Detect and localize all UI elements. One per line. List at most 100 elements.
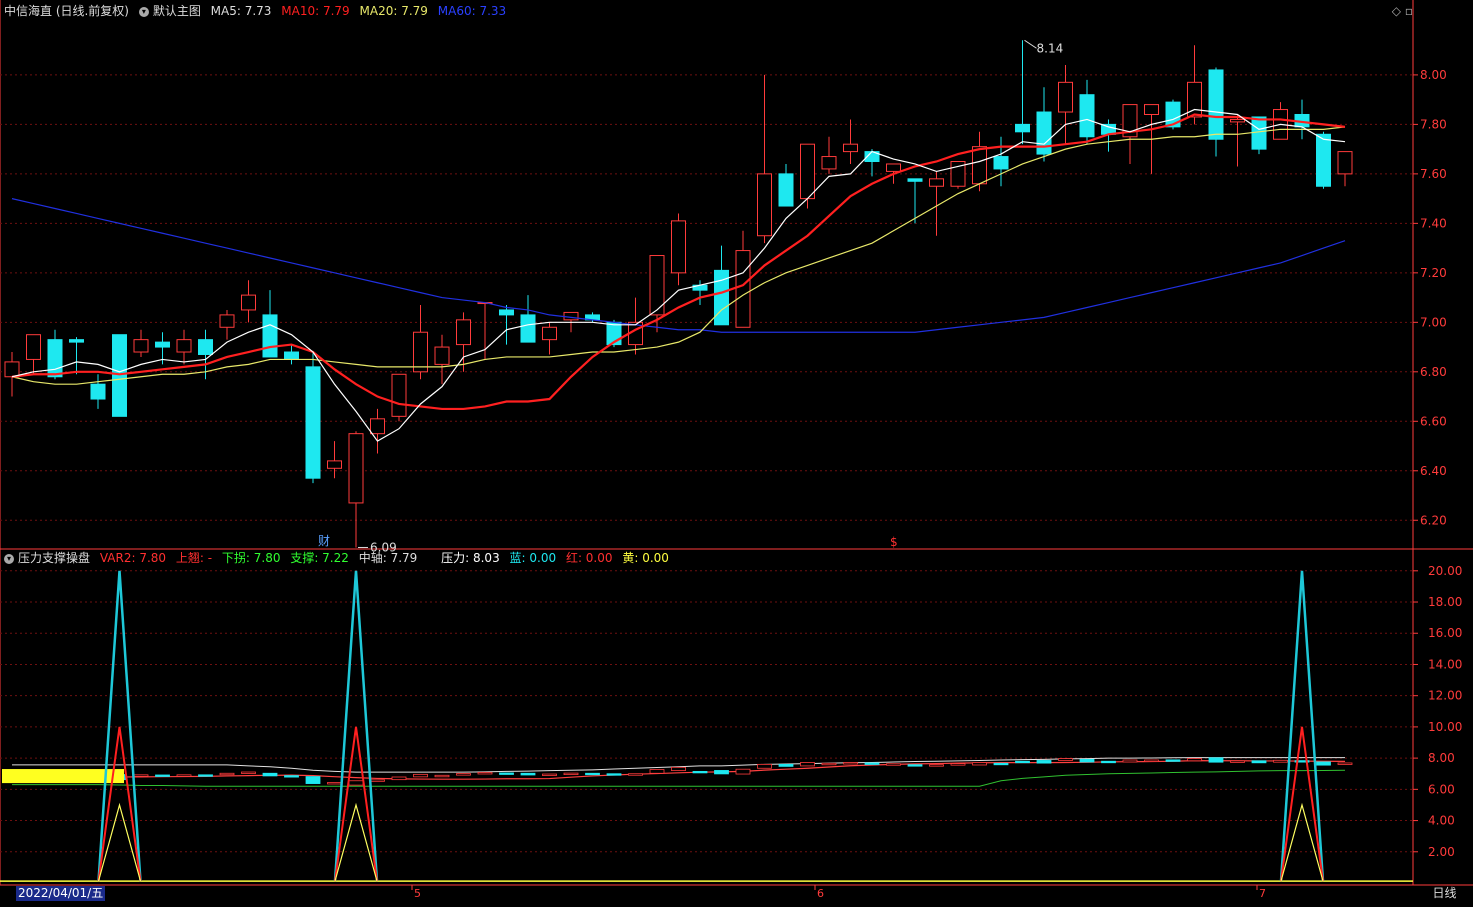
settings-circle-icon[interactable]: ▾ [4,553,14,564]
candle-body [198,339,213,355]
candle-body [284,351,299,360]
sub-indicator-name[interactable]: 压力支撑操盘 [18,551,90,565]
mini-candle [563,772,579,776]
cursor-date-tag: 2022/04/01/五 [16,886,106,901]
mini-candle [929,764,944,767]
candle-body [241,294,256,311]
candle-body [1208,69,1224,140]
candle-body [456,319,471,346]
mini-candle [284,775,299,778]
candle-body [1251,116,1267,150]
mini-candle [155,774,170,777]
candle-body [133,339,149,353]
mini-candle [864,762,880,765]
square-icon[interactable]: ▫ [1405,4,1413,18]
mini-candle [1187,758,1202,762]
mini-candle [1273,759,1288,763]
candle-body [520,314,536,343]
candle-body [542,326,557,341]
mini-candle [305,776,321,784]
candle-body [886,163,901,172]
yellow-label: 黄: 0.00 [622,551,669,565]
ma20-label: MA20: 7.79 [359,4,428,18]
candle-body [1337,151,1353,175]
mid-label: 中轴: 7.79 [358,551,418,565]
sub-tick-label: 10.00 [1428,720,1462,734]
sub-tick-label: 14.00 [1428,657,1462,671]
sub-tick-label: 16.00 [1428,626,1462,640]
mini-candle [1036,760,1052,764]
main-tick-label: 6.20 [1420,513,1447,527]
mini-candle [413,773,428,778]
candle-body [434,346,450,365]
candle-body [47,339,63,378]
mini-candle [1230,760,1245,763]
mini-candle [1337,762,1353,765]
candle-body [1316,133,1331,187]
sub-tick-label: 8.00 [1428,751,1455,765]
mini-candle [821,762,837,766]
mini-candle [219,772,235,776]
finance-marker: 财 [318,534,330,548]
diamond-icon[interactable]: ◇ [1392,4,1401,18]
main-chart-header: 中信海直 (日线.前复权) ▾ 默认主图 MA5: 7.73 MA10: 7.79… [4,4,512,18]
mini-candle [176,774,192,777]
pressure-label: 压力: 8.03 [441,551,500,565]
mini-candle [972,762,987,766]
main-indicator-name[interactable]: 默认主图 [153,4,201,18]
settings-circle-icon[interactable]: ▾ [138,6,149,17]
sub-tick-label: 20.00 [1428,564,1462,578]
sub-tick-label: 2.00 [1428,845,1455,859]
candle-body [262,314,278,358]
month-label: 6 [817,887,824,900]
mini-candle [606,773,622,776]
mini-candle [993,762,1009,766]
blue-label: 蓝: 0.00 [509,551,557,565]
main-tick-label: 8.00 [1420,68,1447,82]
candle-body [219,314,235,328]
mini-candle [886,763,901,766]
red-label: 红: 0.00 [565,551,613,565]
mini-candle [778,763,794,767]
mini-candle [434,774,450,778]
mini-candle [133,774,149,777]
period-button[interactable]: 日线 [1416,883,1473,903]
mini-candle [520,772,536,776]
mini-candle [262,772,278,777]
candle-body [1036,111,1052,155]
mini-candle [391,776,407,781]
ma10-label: MA10: 7.79 [281,4,350,18]
mini-candle [198,774,213,777]
candle-body [1079,94,1095,138]
candle-body [155,341,170,348]
candle-body [843,143,858,153]
sub-tick-label: 18.00 [1428,595,1462,609]
ma5-label: MA5: 7.73 [210,4,272,18]
candle-body [305,366,321,479]
down-label: 下拐: 7.80 [221,551,281,565]
mini-candle [1079,758,1095,763]
candle-body [1015,123,1030,133]
mini-candle [1316,761,1331,766]
candle-body [821,156,837,170]
mini-candle [348,780,364,786]
mini-candle [757,763,772,769]
candle-body [757,173,772,237]
main-tick-label: 6.40 [1420,464,1447,478]
candle-body [499,309,514,316]
window-controls: ◇ ▫ [1392,4,1413,18]
mini-candle [907,764,923,767]
mini-candle [241,771,256,774]
candle-body [907,178,923,182]
candle-body [800,143,815,200]
candle-body [778,173,794,207]
candle-body [1230,118,1245,123]
mini-candle [1165,759,1181,762]
mini-candle [1251,760,1267,764]
mini-candle [585,772,600,776]
mini-candle [692,770,708,774]
candle-body [327,460,342,469]
stock-chart-window: 8.00 7.80 7.60 7.40 7.20 7.00 6.80 6.60 6.40 6.20… [0,0,1473,903]
candle-body [735,250,751,328]
stock-name[interactable]: 中信海直 (日线.前复权) [4,4,129,18]
